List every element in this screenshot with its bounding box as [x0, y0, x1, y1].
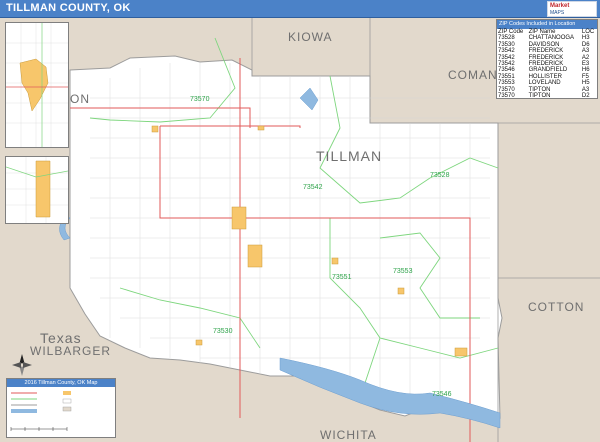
- zip-name-cell: TIPTON: [528, 93, 551, 100]
- zip-code-table: ZIP Codes Included in Location ZIP Code …: [496, 19, 598, 99]
- map-legend-title: 2016 Tillman County, OK Map: [7, 379, 115, 387]
- inset-map-city[interactable]: [5, 22, 69, 148]
- legend-water-swatch: [11, 409, 37, 413]
- zip-cell: 73570: [498, 93, 515, 100]
- zip-table-title: ZIP Codes Included in Location: [497, 20, 597, 29]
- urban-north: [257, 125, 265, 131]
- inset-map-town[interactable]: [5, 156, 69, 224]
- map-title: TILLMAN COUNTY, OK: [6, 2, 131, 14]
- urban-frederick-south: [247, 244, 263, 268]
- urban-grandfield: [454, 347, 468, 357]
- table-row: 73528 CHATTANOOGA H3: [497, 35, 597, 41]
- region-label-jackson-partial: ON: [70, 92, 90, 106]
- legend-urban-swatch: [63, 391, 71, 395]
- urban-hollister: [331, 257, 339, 265]
- zip-label-73570: 73570: [190, 96, 210, 103]
- zip-name-cell: CHATTANOOGA: [528, 35, 575, 42]
- urban-tipton: [151, 125, 159, 133]
- region-label-cotton: COTTON: [528, 300, 585, 314]
- zip-label-73542: 73542: [303, 184, 323, 191]
- brand-logo-bottom: MAPS: [550, 10, 565, 16]
- title-bar: TILLMAN COUNTY, OK Market MAPS: [0, 0, 600, 18]
- zip-label-73546: 73546: [432, 391, 452, 398]
- inset-map-city-graphic: [6, 23, 68, 147]
- table-row: 73546 GRANDFIELD H6: [497, 67, 597, 73]
- urban-frederick: [231, 206, 247, 230]
- table-row: 73570 TIPTON D2: [497, 93, 597, 99]
- zip-table-grid: ZIP Code ZIP Name LOC 73528 CHATTANOOGA H3…: [497, 29, 597, 99]
- region-label-tillman: TILLMAN: [316, 148, 383, 164]
- zip-label-73530: 73530: [213, 328, 233, 335]
- table-row: 73542 FREDERICK A3: [497, 48, 597, 54]
- zip-label-73528: 73528: [430, 172, 450, 179]
- urban-loveland: [397, 287, 405, 295]
- brand-logo[interactable]: Market MAPS: [547, 1, 597, 17]
- inset-map-town-graphic: [6, 157, 68, 223]
- region-label-comanche: COMAN: [448, 68, 498, 82]
- brand-logo-top: Market: [550, 3, 570, 9]
- table-row: 73553 LOVELAND H5: [497, 80, 597, 86]
- urban-davidson: [195, 339, 203, 346]
- map-legend: 2016 Tillman County, OK Map: [6, 378, 116, 438]
- region-label-wichita: WICHITA: [320, 428, 377, 442]
- loc-cell: D2: [581, 93, 590, 100]
- region-label-kiowa: KIOWA: [288, 30, 333, 44]
- north-arrow-icon: [12, 354, 32, 376]
- map-legend-graphic: [10, 391, 72, 431]
- region-label-wilbarger: WILBARGER: [30, 344, 112, 358]
- zip-label-73551: 73551: [332, 274, 352, 281]
- zip-label-73553: 73553: [393, 268, 413, 275]
